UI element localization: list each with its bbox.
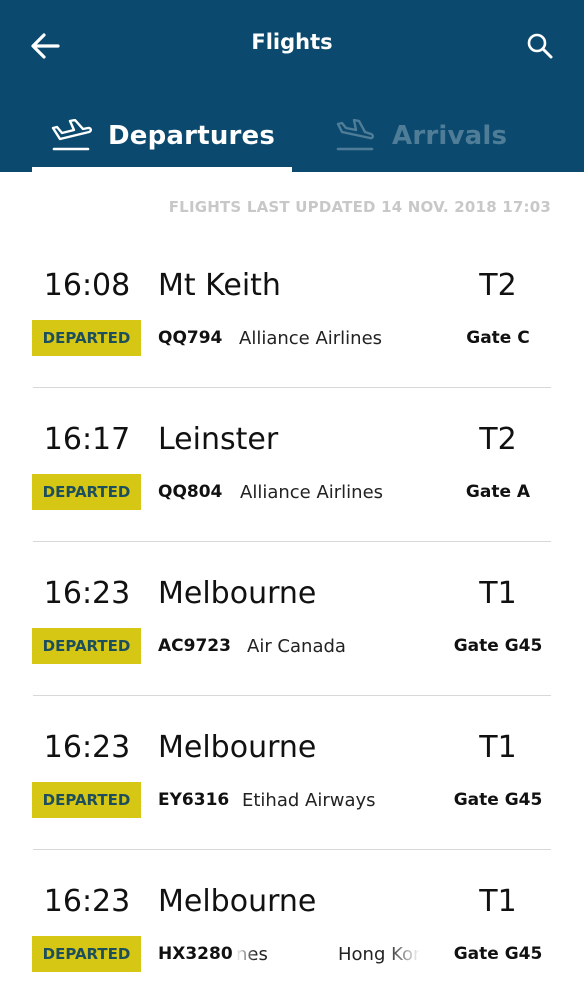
flight-time: 16:23 <box>43 576 131 611</box>
flight-gate: Gate A <box>465 482 531 502</box>
flight-row[interactable]: 16:23 Melbourne T1 DEPARTED EY6316 Etiha… <box>0 696 584 850</box>
search-button[interactable] <box>520 28 560 64</box>
flight-time: 16:23 <box>43 884 131 919</box>
flight-number: QQ804 <box>158 482 223 502</box>
flight-number: QQ794 <box>158 328 223 348</box>
flight-time: 16:23 <box>43 730 131 765</box>
status-badge: DEPARTED <box>32 320 141 356</box>
status-badge: DEPARTED <box>32 936 141 972</box>
flight-row[interactable]: 16:23 Melbourne T1 DEPARTED AC9723 Air C… <box>0 542 584 696</box>
flight-destination: Leinster <box>158 422 279 457</box>
app-header: Flights Departures Arrivals <box>0 0 584 172</box>
flight-gate: Gate G45 <box>453 636 543 656</box>
airline-name: Air Canada <box>247 636 346 657</box>
flight-number: AC9723 <box>158 636 231 656</box>
flight-terminal: T1 <box>479 576 517 611</box>
flight-gate: Gate G45 <box>453 944 543 964</box>
tab-departures-label: Departures <box>108 121 276 151</box>
airline-name-scrolling-next: Hong Kor <box>338 944 421 965</box>
flight-row[interactable]: 16:17 Leinster T2 DEPARTED QQ804 Allianc… <box>0 388 584 542</box>
flight-terminal: T1 <box>479 730 517 765</box>
plane-landing-icon <box>336 119 374 151</box>
page-title: Flights <box>251 30 333 54</box>
flight-destination: Melbourne <box>158 884 317 919</box>
airline-name: Alliance Airlines <box>240 482 384 503</box>
tab-arrivals[interactable]: Arrivals <box>330 100 560 172</box>
flight-row[interactable]: 16:23 Melbourne T1 DEPARTED HX3280 nes H… <box>0 850 584 1000</box>
airline-name: Alliance Airlines <box>239 328 383 349</box>
tab-departures[interactable]: Departures <box>32 100 292 172</box>
tab-arrivals-label: Arrivals <box>392 121 508 151</box>
flight-number: EY6316 <box>158 790 230 810</box>
flight-terminal: T2 <box>479 268 517 303</box>
status-badge: DEPARTED <box>32 474 141 510</box>
flight-terminal: T2 <box>479 422 517 457</box>
flight-time: 16:17 <box>43 422 131 457</box>
flight-destination: Melbourne <box>158 576 317 611</box>
flight-terminal: T1 <box>479 884 517 919</box>
status-badge: DEPARTED <box>32 782 141 818</box>
top-bar: Flights <box>0 0 584 92</box>
flight-list: 16:08 Mt Keith T2 DEPARTED QQ794 Allianc… <box>0 234 584 1000</box>
airline-name: Etihad Airways <box>242 790 376 811</box>
search-icon <box>527 33 553 59</box>
flight-row[interactable]: 16:08 Mt Keith T2 DEPARTED QQ794 Allianc… <box>0 234 584 388</box>
active-tab-indicator <box>32 167 292 172</box>
flight-time: 16:08 <box>43 268 131 303</box>
last-updated-text: FLIGHTS LAST UPDATED 14 NOV. 2018 17:03 <box>168 198 551 216</box>
flight-number: HX3280 <box>158 944 233 964</box>
plane-takeoff-icon <box>51 119 92 151</box>
flight-destination: Mt Keith <box>158 268 281 303</box>
airline-name-scrolling: nes <box>236 944 268 965</box>
flight-destination: Melbourne <box>158 730 317 765</box>
status-badge: DEPARTED <box>32 628 141 664</box>
flight-gate: Gate C <box>466 328 530 348</box>
flight-gate: Gate G45 <box>453 790 543 810</box>
